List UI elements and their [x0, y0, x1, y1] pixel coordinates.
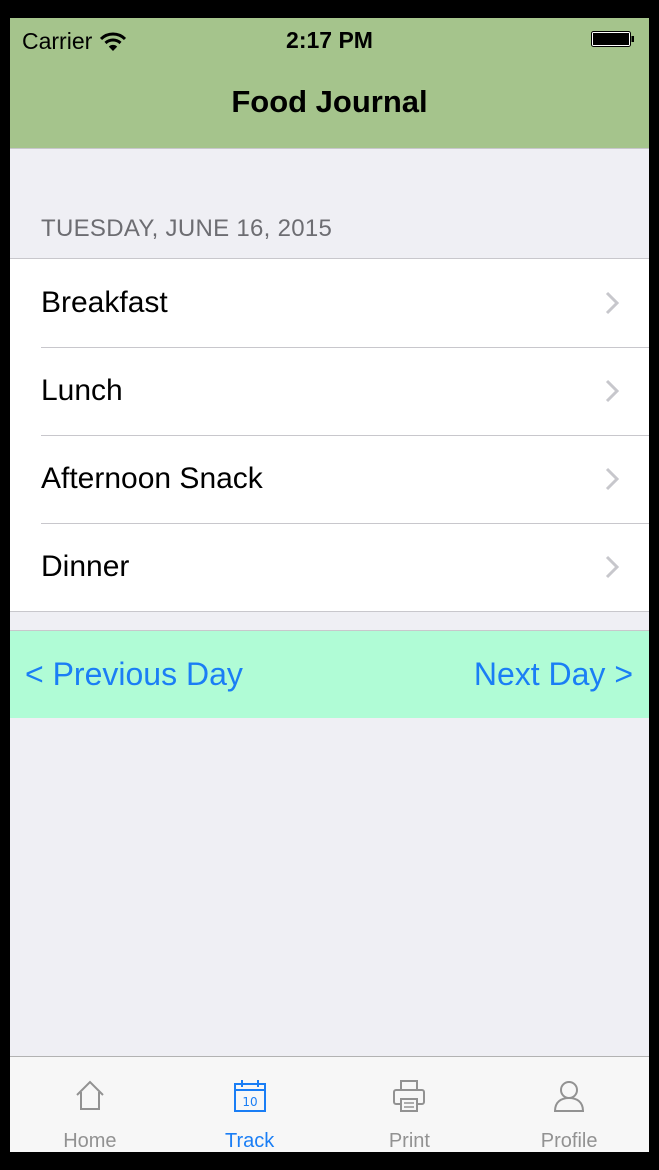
navigation-bar: Carrier 2:17 PM Food Journal — [10, 18, 649, 149]
tab-label: Profile — [540, 1130, 598, 1152]
chevron-right-icon — [605, 379, 619, 403]
chevron-right-icon — [605, 467, 619, 491]
meal-label: Dinner — [41, 550, 130, 583]
battery-icon — [591, 31, 634, 47]
meal-list: Breakfast Lunch Afternoon Snack Dinner — [10, 258, 649, 612]
tab-label: Print — [388, 1130, 430, 1152]
tab-print[interactable]: Print — [330, 1057, 490, 1152]
tab-track[interactable]: 10 Track — [170, 1057, 330, 1152]
profile-icon — [554, 1081, 585, 1112]
day-navigation-bar: < Previous Day Next Day > — [10, 630, 649, 718]
meal-row-lunch[interactable]: Lunch — [10, 347, 649, 435]
calendar-icon: 10 — [233, 1080, 266, 1112]
home-icon — [76, 1080, 104, 1110]
tab-bar: Home 10 Track Print Profile — [10, 1056, 649, 1152]
screen: Carrier 2:17 PM Food Journal TUESDAY, JU… — [10, 18, 649, 1152]
tab-profile[interactable]: Profile — [489, 1057, 649, 1152]
previous-day-button[interactable]: < Previous Day — [25, 656, 243, 693]
next-day-button[interactable]: Next Day > — [474, 656, 633, 693]
meal-row-dinner[interactable]: Dinner — [10, 523, 649, 611]
chevron-right-icon — [605, 291, 619, 315]
tab-label: Home — [63, 1130, 117, 1152]
tab-home[interactable]: Home — [10, 1057, 170, 1152]
status-time: 2:17 PM — [286, 27, 373, 53]
tab-label: Track — [224, 1130, 275, 1152]
printer-icon — [393, 1080, 426, 1112]
svg-text:10: 10 — [242, 1095, 257, 1109]
date-section-header: TUESDAY, JUNE 16, 2015 — [41, 215, 333, 242]
meal-row-breakfast[interactable]: Breakfast — [10, 259, 649, 347]
meal-label: Lunch — [41, 374, 123, 407]
meal-label: Breakfast — [41, 286, 168, 319]
meal-label: Afternoon Snack — [41, 462, 263, 495]
meal-row-afternoon-snack[interactable]: Afternoon Snack — [10, 435, 649, 523]
page-title: Food Journal — [231, 84, 428, 119]
chevron-right-icon — [605, 555, 619, 579]
